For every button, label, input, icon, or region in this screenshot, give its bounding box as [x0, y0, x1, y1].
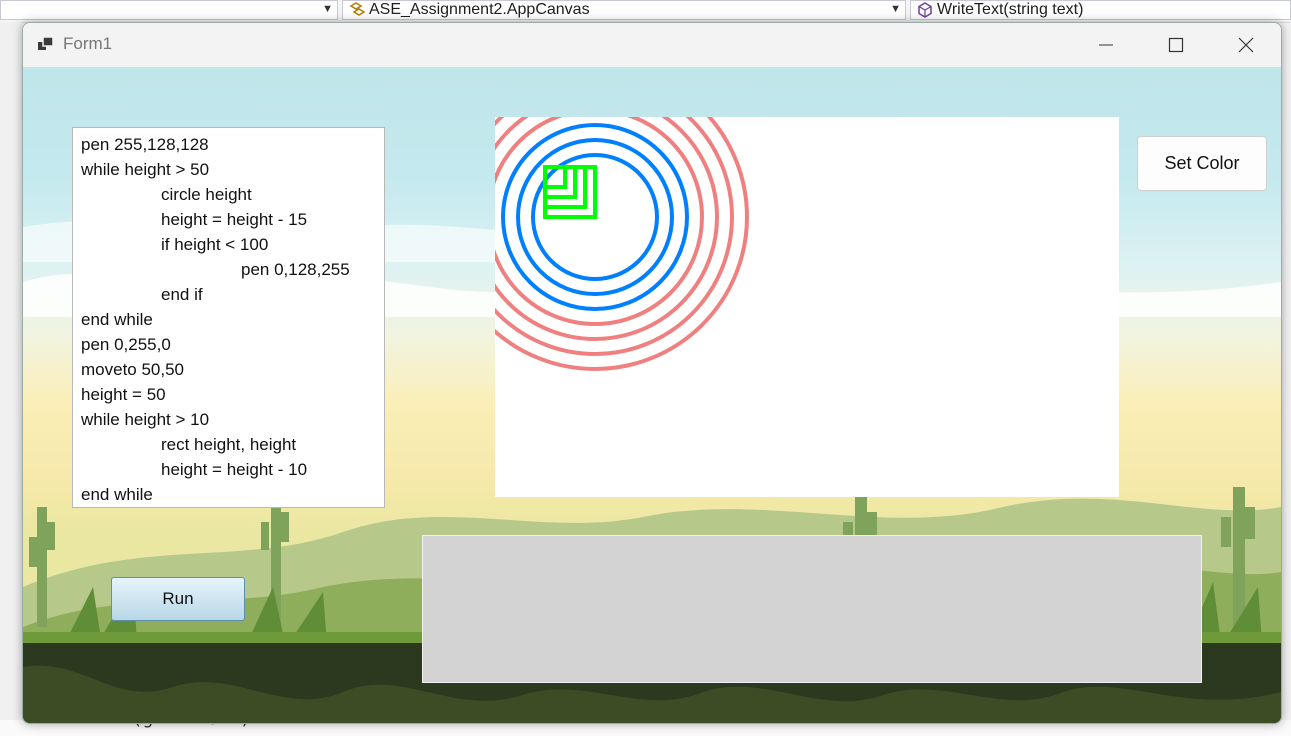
code-line: rect height, height — [161, 435, 297, 454]
title-bar[interactable]: Form1 — [23, 23, 1281, 67]
code-line: end while — [81, 310, 153, 329]
drawn-circle-pink — [495, 117, 749, 371]
code-line: height = height - 15 — [161, 210, 308, 229]
code-editor[interactable]: pen 255,128,128 while height > 50 circle… — [72, 127, 385, 508]
ide-member-dropdown[interactable]: WriteText(string text) — [910, 0, 1291, 20]
drawn-rect-green — [543, 165, 577, 199]
code-line: pen 0,255,0 — [81, 335, 171, 354]
window-title: Form1 — [63, 34, 113, 53]
ide-navigation-bar: ▼ ASE_Assignment2.AppCanvas ▼ WriteText(… — [0, 0, 1291, 23]
code-line: end while — [81, 485, 153, 504]
form-window: Form1 pen 255,128,128 while height > 50 … — [22, 22, 1282, 724]
chevron-down-icon: ▼ — [890, 3, 901, 15]
minimize-icon — [1099, 44, 1113, 46]
run-button[interactable]: Run — [111, 577, 245, 621]
code-line: pen 0,128,255 — [241, 260, 350, 279]
drawing-surface — [495, 117, 749, 371]
code-line: if height < 100 — [161, 235, 269, 254]
code-line: while height > 50 — [81, 160, 210, 179]
drawing-canvas[interactable] — [495, 117, 1119, 497]
code-line: moveto 50,50 — [81, 360, 185, 379]
output-panel — [422, 535, 1202, 683]
ide-class-dropdown-label: ASE_Assignment2.AppCanvas — [369, 1, 590, 18]
app-icon — [38, 36, 54, 50]
close-icon — [1238, 37, 1254, 53]
class-icon — [349, 2, 365, 16]
set-color-button[interactable]: Set Color — [1137, 136, 1267, 191]
ide-gutter — [0, 22, 22, 736]
code-line: end if — [161, 285, 203, 304]
code-line: height = 50 — [81, 385, 166, 404]
code-line: circle height — [161, 185, 252, 204]
ide-project-dropdown[interactable]: ▼ — [0, 0, 338, 20]
code-line: pen 255,128,128 — [81, 135, 209, 154]
ide-class-dropdown[interactable]: ASE_Assignment2.AppCanvas ▼ — [342, 0, 906, 20]
maximize-icon — [1168, 37, 1184, 53]
code-line: height = height - 10 — [161, 460, 308, 479]
ide-member-dropdown-label: WriteText(string text) — [937, 1, 1084, 18]
code-line: while height > 10 — [81, 410, 210, 429]
form-client-area: pen 255,128,128 while height > 50 circle… — [23, 67, 1281, 723]
maximize-button[interactable] — [1141, 23, 1211, 67]
minimize-button[interactable] — [1071, 23, 1141, 67]
drawn-circle-pink — [495, 117, 719, 341]
method-icon — [918, 2, 932, 18]
close-button[interactable] — [1211, 23, 1281, 67]
chevron-down-icon: ▼ — [322, 3, 333, 15]
